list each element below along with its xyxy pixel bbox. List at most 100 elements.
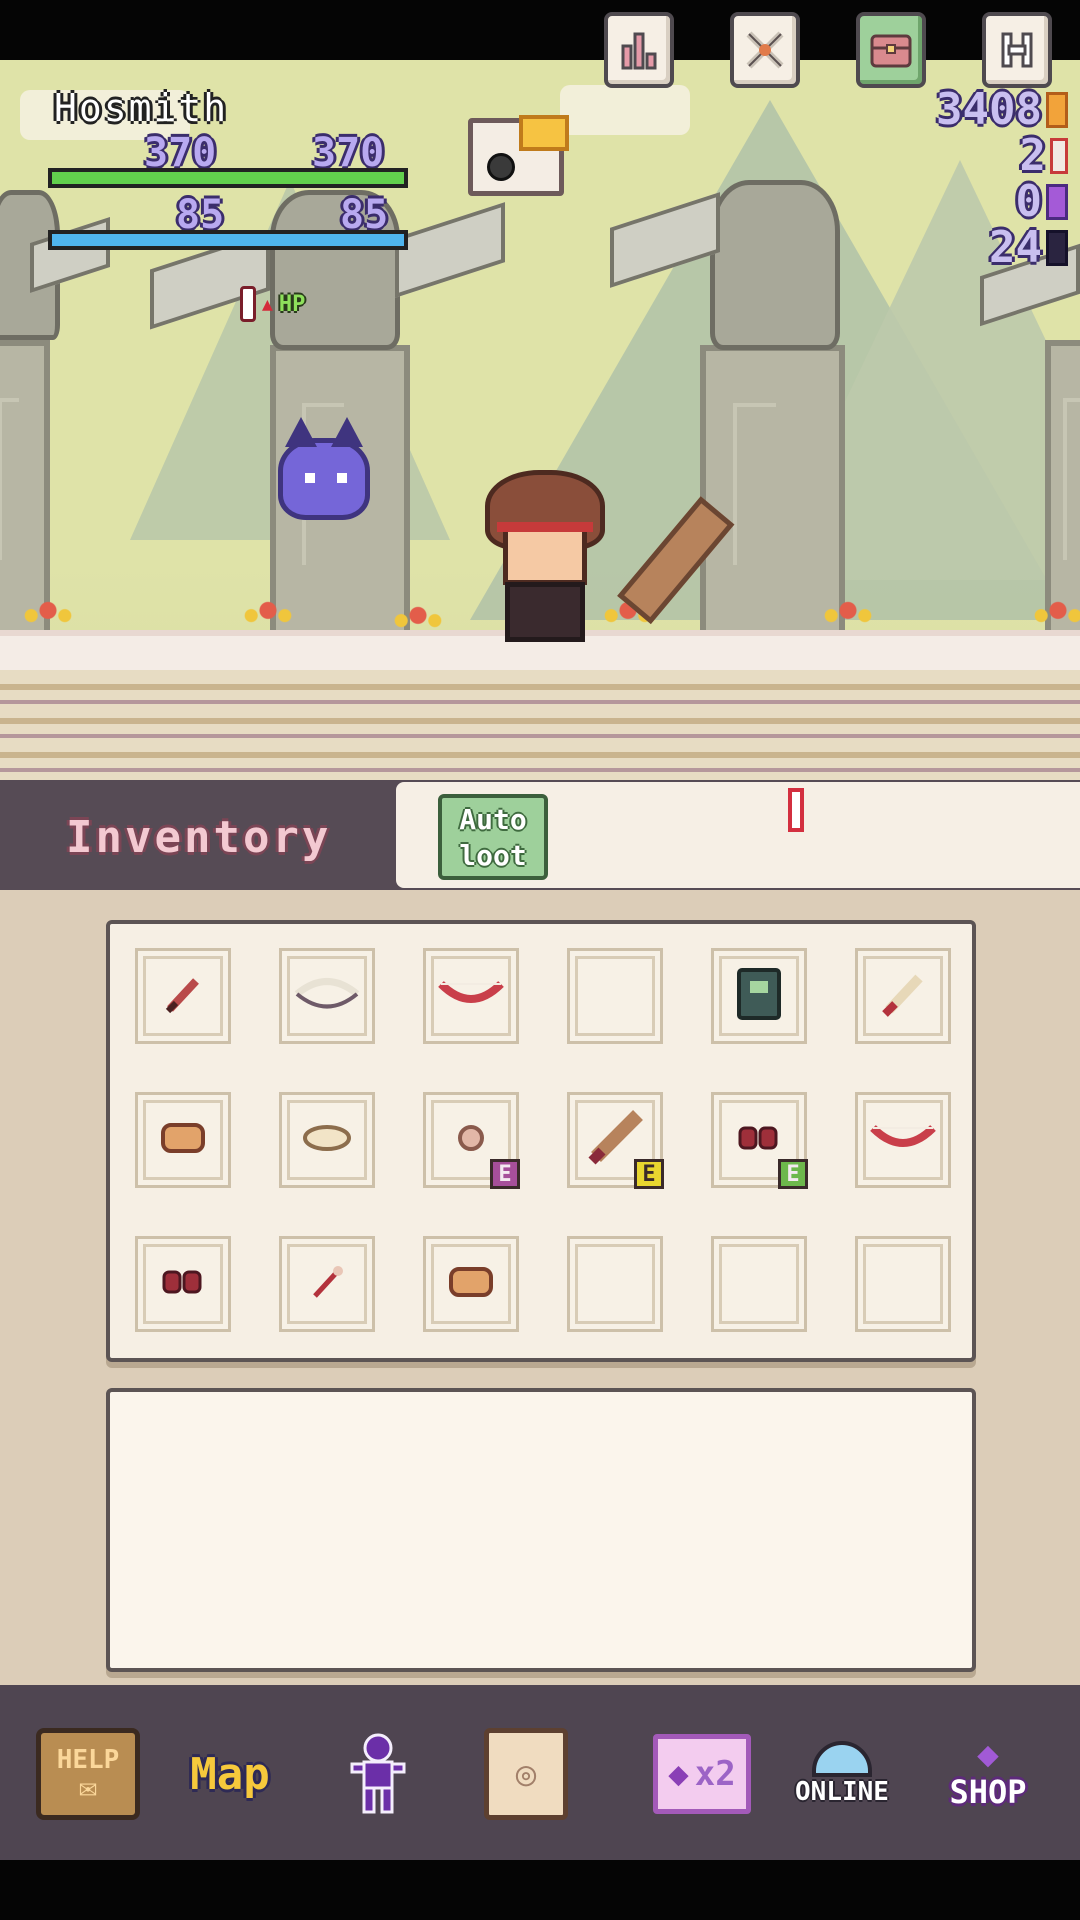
red-gloves-icon — [736, 1122, 782, 1158]
auto-loot-label-2: loot — [459, 839, 527, 872]
inventory-slot[interactable] — [711, 1236, 807, 1332]
green-spellbook-icon — [736, 967, 782, 1025]
sort-button[interactable] — [604, 12, 674, 88]
soul-counter: 24 — [989, 222, 1068, 273]
inventory-grid: EEE — [106, 920, 976, 1362]
hp-potion-label: HP — [278, 291, 306, 317]
h-icon — [1001, 32, 1033, 68]
equipped-badge: E — [634, 1159, 664, 1189]
hp-potion-indicator: ▲ HP — [240, 284, 305, 324]
shop-label: SHOP — [949, 1773, 1027, 1811]
purple-gem-icon — [1046, 183, 1068, 220]
mp-bar-fill — [52, 234, 404, 246]
inventory-slot[interactable] — [567, 948, 663, 1044]
online-globe-icon — [812, 1741, 872, 1777]
stone-pillar — [1045, 340, 1080, 640]
statue — [710, 180, 840, 350]
inventory-slot[interactable] — [423, 948, 519, 1044]
cloth-cap-icon — [302, 1123, 352, 1157]
equipped-badge: E — [490, 1159, 520, 1189]
hero-face — [503, 525, 587, 585]
system-nav-bar — [0, 1860, 1080, 1920]
rocket-value: 2 — [1019, 130, 1047, 181]
inventory-slot[interactable] — [279, 1092, 375, 1188]
inventory-slot[interactable]: E — [567, 1092, 664, 1189]
online-button[interactable]: ONLINE — [790, 1728, 894, 1820]
online-label: ONLINE — [795, 1777, 889, 1807]
inventory-slot[interactable] — [855, 948, 951, 1044]
character-icon — [350, 1733, 406, 1814]
quest-button[interactable]: ◎ — [474, 1728, 578, 1820]
enemy-cat-slime[interactable] — [278, 417, 370, 520]
quest-scroll-icon: ◎ — [484, 1728, 568, 1820]
gold-value: 3408 — [936, 84, 1042, 135]
mail-icon: ✉ — [78, 1770, 98, 1805]
enemy-eye — [337, 473, 347, 483]
inventory-slot[interactable]: E — [711, 1092, 808, 1189]
gold-counter: 3408 — [936, 84, 1068, 135]
shop-button[interactable]: ◆ SHOP — [936, 1728, 1040, 1820]
enemy-eye — [305, 473, 315, 483]
potion-vial-icon — [240, 286, 256, 322]
flower — [1030, 600, 1080, 626]
rocket-icon — [1050, 137, 1068, 174]
inventory-slot[interactable] — [711, 948, 807, 1044]
inventory-slot[interactable] — [423, 1236, 519, 1332]
red-gloves-icon — [160, 1266, 206, 1302]
wand-icon — [307, 1262, 347, 1306]
hero-headband — [497, 522, 593, 532]
character-button[interactable] — [326, 1728, 430, 1820]
equipped-badge: E — [778, 1159, 808, 1189]
equipment-button[interactable] — [730, 12, 800, 88]
map-label: Map — [190, 1748, 270, 1800]
red-bow-icon — [868, 1118, 938, 1162]
bone-bow-icon — [292, 974, 362, 1018]
jeweled-dagger-icon — [875, 966, 931, 1026]
hp-bar — [48, 168, 408, 188]
hero-character — [485, 470, 605, 690]
inventory-title: Inventory — [66, 812, 332, 863]
auto-loot-label-1: Auto — [459, 803, 527, 836]
player-name: Hosmith — [54, 86, 229, 130]
envelope-icon — [519, 115, 569, 151]
map-button[interactable]: Map — [178, 1728, 282, 1820]
red-bow-icon — [436, 974, 506, 1018]
inventory-slot[interactable] — [135, 948, 231, 1044]
gem-counter: 0 — [1015, 176, 1068, 227]
inventory-slot[interactable] — [135, 1092, 231, 1188]
flower — [820, 600, 876, 626]
mp-bar — [48, 230, 408, 250]
gold-coin-icon — [1046, 91, 1068, 128]
soul-value: 24 — [989, 222, 1042, 273]
flower — [240, 600, 296, 626]
inventory-slot[interactable] — [567, 1236, 663, 1332]
red-dagger-icon — [158, 969, 208, 1023]
mail-button[interactable] — [468, 115, 569, 196]
flower — [390, 605, 446, 631]
gem-boost-label: x2 — [694, 1754, 736, 1794]
help-button[interactable]: HELP ✉ — [36, 1728, 140, 1820]
gem-value: 0 — [1015, 176, 1043, 227]
inventory-slot[interactable] — [279, 1236, 375, 1332]
leather-armor-icon — [159, 1121, 207, 1159]
chest-button[interactable] — [856, 12, 926, 88]
crossed-swords-icon — [746, 31, 784, 69]
item-description-panel — [106, 1388, 976, 1672]
gem-boost-button[interactable]: ◆ x2 — [650, 1728, 754, 1820]
h-button[interactable] — [982, 12, 1052, 88]
stone-pillar — [0, 340, 50, 640]
hp-bar-fill — [52, 172, 404, 184]
flower — [20, 600, 76, 626]
gem-icon: ◆ — [668, 1754, 689, 1794]
inventory-slot[interactable] — [135, 1236, 231, 1332]
inventory-slot[interactable] — [279, 948, 375, 1044]
auto-loot-button[interactable]: Auto loot — [438, 794, 548, 880]
arrow-up-icon: ▲ — [262, 293, 273, 315]
soul-figure-icon — [1046, 229, 1068, 266]
inventory-slot[interactable] — [855, 1092, 951, 1188]
chest-icon — [870, 34, 912, 68]
gem-x2-icon: ◆ x2 — [653, 1734, 751, 1814]
inventory-slot[interactable] — [855, 1236, 951, 1332]
leather-armor-icon — [447, 1265, 495, 1303]
inventory-slot[interactable]: E — [423, 1092, 520, 1189]
